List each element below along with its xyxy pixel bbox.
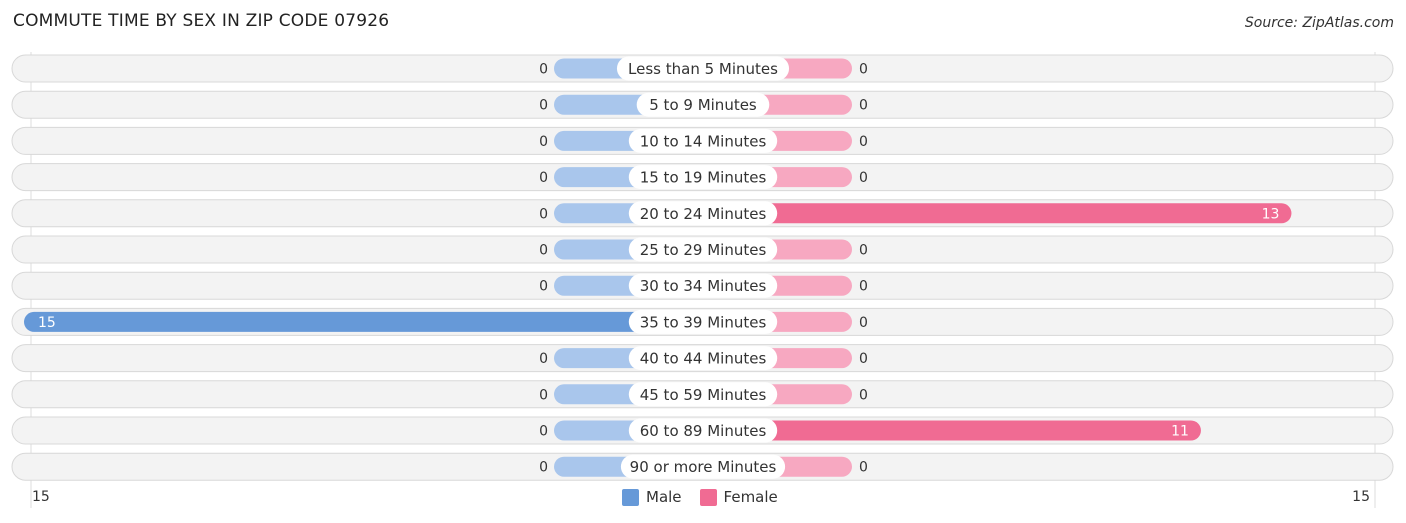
female-value-label: 0 xyxy=(859,315,868,331)
axis-left-label: 15 xyxy=(32,489,50,505)
female-value-label: 0 xyxy=(859,351,868,367)
category-label: 10 to 14 Minutes xyxy=(640,132,767,150)
female-value-label: 0 xyxy=(859,279,868,295)
female-value-label: 0 xyxy=(859,98,868,114)
male-value-label: 0 xyxy=(539,243,548,259)
male-value-label: 0 xyxy=(539,170,548,186)
legend-item-male[interactable]: Male xyxy=(622,488,682,506)
legend-label-female: Female xyxy=(723,488,778,506)
category-label: 45 to 59 Minutes xyxy=(640,386,767,404)
female-value-label: 0 xyxy=(859,460,868,476)
female-bar xyxy=(703,203,1292,224)
male-value-label: 0 xyxy=(539,424,548,440)
male-value-label: 0 xyxy=(539,351,548,367)
male-value-label: 0 xyxy=(539,62,548,78)
female-value-label: 0 xyxy=(859,134,868,150)
axis-right-label: 15 xyxy=(1352,489,1370,505)
category-label: Less than 5 Minutes xyxy=(628,60,778,78)
category-label: 15 to 19 Minutes xyxy=(640,169,767,187)
legend-item-female[interactable]: Female xyxy=(699,488,778,506)
category-label: 90 or more Minutes xyxy=(630,458,777,476)
male-value-label: 0 xyxy=(539,206,548,222)
male-value-label: 0 xyxy=(539,460,548,476)
category-label: 30 to 34 Minutes xyxy=(640,277,767,295)
male-value-label: 0 xyxy=(539,279,548,295)
category-label: 40 to 44 Minutes xyxy=(640,350,767,368)
legend-swatch-female xyxy=(699,488,717,506)
female-value-label: 11 xyxy=(1171,424,1189,440)
legend-swatch-male xyxy=(622,488,639,506)
female-bar xyxy=(703,420,1201,441)
chart-svg: Less than 5 Minutes 0 0 5 to 9 Minutes 0 0 10 … xyxy=(11,52,1394,508)
female-value-label: 0 xyxy=(859,387,868,403)
male-bar xyxy=(24,311,703,332)
category-label: 35 to 39 Minutes xyxy=(640,313,767,331)
category-label: 20 to 24 Minutes xyxy=(640,205,767,223)
category-label: 25 to 29 Minutes xyxy=(640,241,767,259)
male-value-label: 0 xyxy=(539,98,548,114)
legend: Male Female xyxy=(622,488,796,506)
female-value-label: 0 xyxy=(859,170,868,186)
male-value-label: 0 xyxy=(539,134,548,150)
category-label: 60 to 89 Minutes xyxy=(640,422,767,440)
male-value-label: 15 xyxy=(38,315,56,331)
female-value-label: 0 xyxy=(859,62,868,78)
female-value-label: 0 xyxy=(859,243,868,259)
category-label: 5 to 9 Minutes xyxy=(649,96,757,114)
legend-label-male: Male xyxy=(646,488,682,506)
male-value-label: 0 xyxy=(539,387,548,403)
female-value-label: 13 xyxy=(1262,206,1280,222)
